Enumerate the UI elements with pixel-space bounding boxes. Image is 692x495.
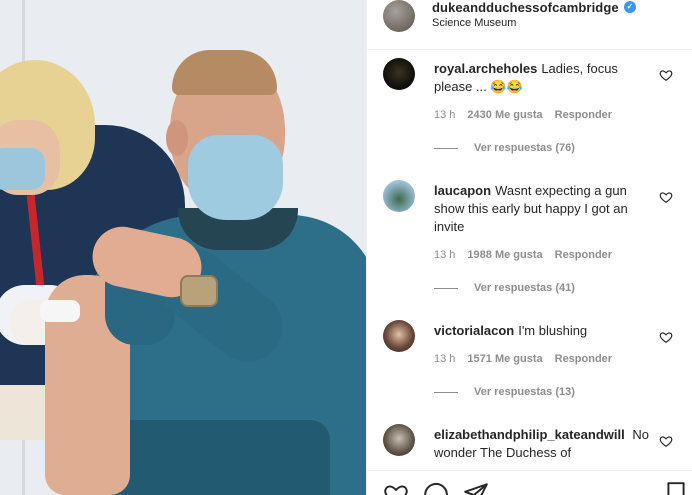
comments-panel: dukeandduchessofcambridge ✓ Science Muse… bbox=[366, 0, 692, 495]
reply-button[interactable]: Responder bbox=[555, 353, 612, 365]
comment-meta: 13 h 1988 Me gusta Responder bbox=[434, 249, 624, 261]
comment-time[interactable]: 13 h bbox=[434, 249, 455, 261]
heart-icon[interactable] bbox=[383, 481, 409, 495]
comment-text: laucapon Wasnt expecting a gun show this … bbox=[434, 182, 654, 236]
man-ear bbox=[166, 120, 188, 156]
desk bbox=[0, 385, 50, 440]
view-replies-label[interactable]: Ver respuestas (76) bbox=[474, 142, 575, 154]
wristwatch bbox=[180, 275, 218, 307]
nurse-mask bbox=[0, 148, 45, 190]
comment-text: royal.archeholes Ladies, focus please ...… bbox=[434, 60, 654, 96]
like-comment-heart-icon[interactable] bbox=[659, 330, 673, 344]
view-replies[interactable]: Ver respuestas (76) bbox=[434, 142, 575, 154]
like-comment-heart-icon[interactable] bbox=[659, 190, 673, 204]
comment-text: victorialacon I'm blushing bbox=[434, 322, 654, 340]
comment-meta: 13 h 1571 Me gusta Responder bbox=[434, 353, 624, 365]
commenter-username[interactable]: victorialacon bbox=[434, 323, 514, 338]
view-replies[interactable]: Ver respuestas (13) bbox=[434, 386, 575, 398]
like-comment-heart-icon[interactable] bbox=[659, 434, 673, 448]
commenter-avatar[interactable] bbox=[383, 424, 415, 456]
comment-time[interactable]: 13 h bbox=[434, 109, 455, 121]
view-replies-label[interactable]: Ver respuestas (41) bbox=[474, 282, 575, 294]
commenter-username[interactable]: royal.archeholes bbox=[434, 61, 537, 76]
post-photo[interactable] bbox=[0, 0, 366, 495]
commenter-username[interactable]: laucapon bbox=[434, 183, 491, 198]
comment-text: elizabethandphilip_kateandwill No wonder… bbox=[434, 426, 654, 462]
author-avatar[interactable] bbox=[383, 0, 415, 32]
view-replies-label[interactable]: Ver respuestas (13) bbox=[474, 386, 575, 398]
comment-icon[interactable] bbox=[423, 481, 449, 495]
commenter-username[interactable]: elizabethandphilip_kateandwill bbox=[434, 427, 625, 442]
cotton-swab bbox=[40, 300, 80, 322]
comment-time[interactable]: 13 h bbox=[434, 353, 455, 365]
replies-line bbox=[434, 147, 458, 149]
comment-likes[interactable]: 2430 Me gusta bbox=[467, 109, 542, 121]
verified-badge-icon: ✓ bbox=[624, 1, 636, 13]
post-header: dukeandduchessofcambridge ✓ Science Muse… bbox=[367, 0, 692, 50]
commenter-avatar[interactable] bbox=[383, 180, 415, 212]
comment-likes[interactable]: 1988 Me gusta bbox=[467, 249, 542, 261]
commenter-avatar[interactable] bbox=[383, 320, 415, 352]
comment-likes[interactable]: 1571 Me gusta bbox=[467, 353, 542, 365]
post-location[interactable]: Science Museum bbox=[432, 17, 516, 29]
share-icon[interactable] bbox=[463, 481, 489, 495]
man-sweater-lower bbox=[110, 420, 330, 495]
view-replies[interactable]: Ver respuestas (41) bbox=[434, 282, 575, 294]
replies-line bbox=[434, 287, 458, 289]
commenter-avatar[interactable] bbox=[383, 58, 415, 90]
post-actions-bar bbox=[367, 470, 692, 495]
like-comment-heart-icon[interactable] bbox=[659, 68, 673, 82]
comment-body: I'm blushing bbox=[518, 323, 588, 338]
reply-button[interactable]: Responder bbox=[555, 249, 612, 261]
reply-button[interactable]: Responder bbox=[555, 109, 612, 121]
man-mask bbox=[188, 135, 283, 220]
man-hair bbox=[172, 50, 277, 95]
replies-line bbox=[434, 391, 458, 393]
bookmark-icon[interactable] bbox=[663, 481, 689, 495]
comment-meta: 13 h 2430 Me gusta Responder bbox=[434, 109, 624, 121]
comment-item: elizabethandphilip_kateandwill No wonder… bbox=[367, 424, 692, 470]
author-username[interactable]: dukeandduchessofcambridge bbox=[432, 0, 619, 15]
